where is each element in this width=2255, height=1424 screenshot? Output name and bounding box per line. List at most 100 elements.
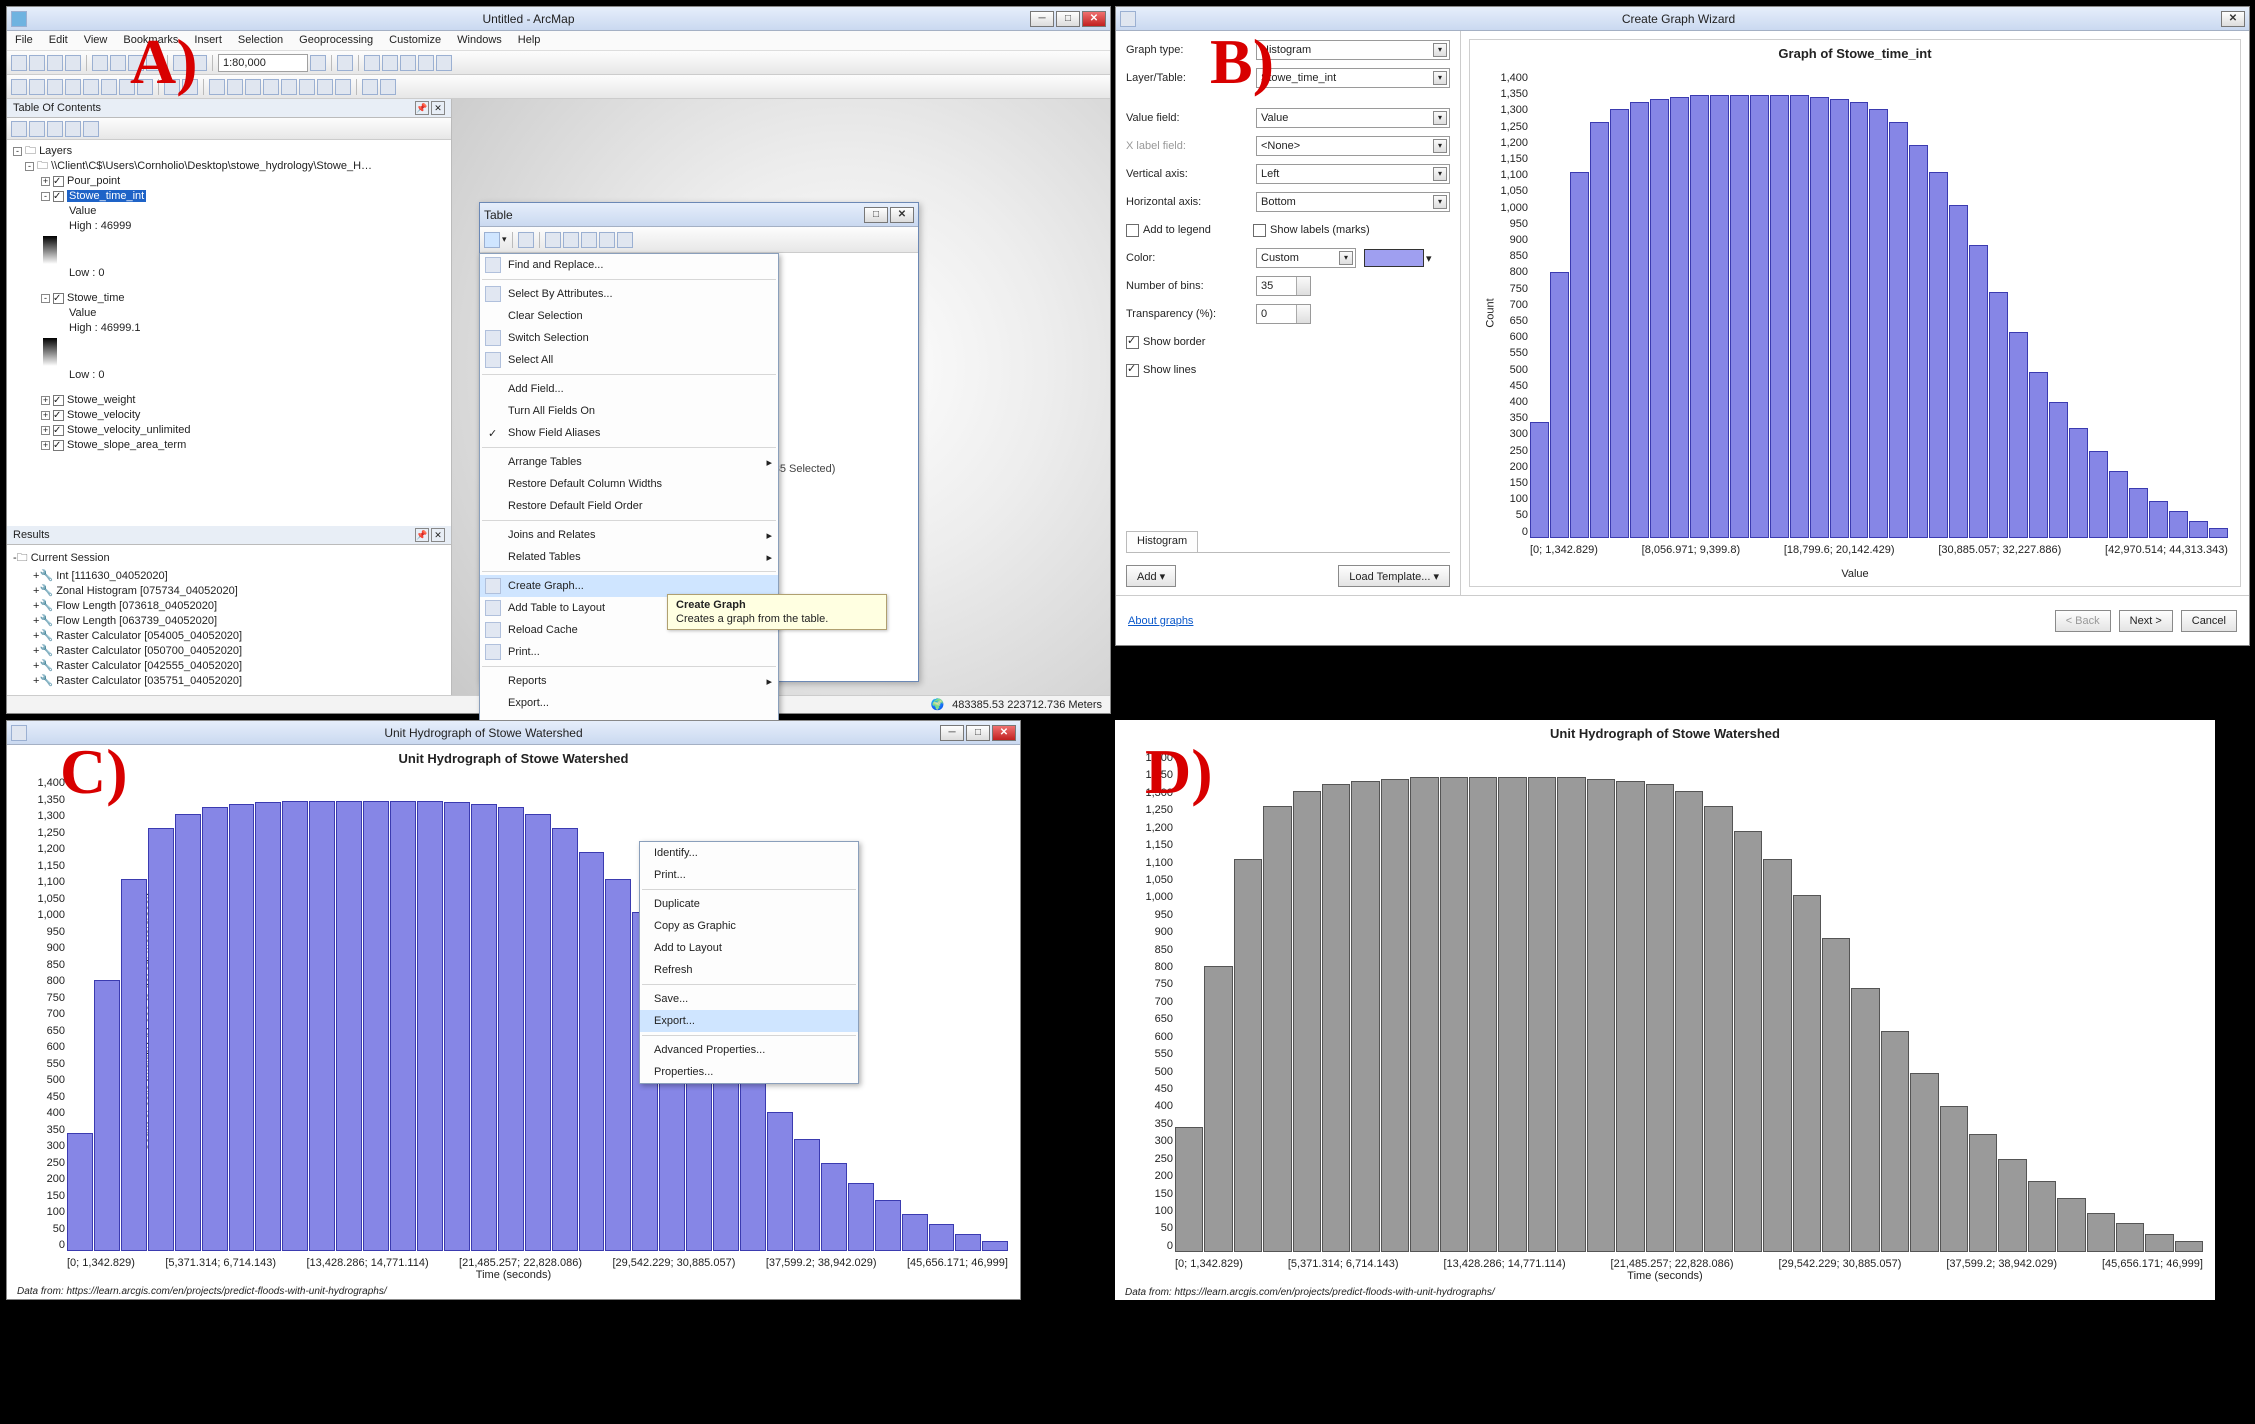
close-button[interactable]: ✕ — [992, 725, 1016, 741]
menu-item[interactable]: Add to Layout — [640, 937, 858, 959]
results-item[interactable]: +🔧 Flow Length [063739_04052020] — [13, 613, 445, 628]
wizard-close-button[interactable]: ✕ — [2221, 11, 2245, 27]
toolbox-icon[interactable] — [364, 55, 380, 71]
open-icon[interactable] — [29, 55, 45, 71]
html-popup-icon[interactable] — [263, 79, 279, 95]
prev-extent-icon[interactable] — [119, 79, 135, 95]
clear-selection-icon[interactable] — [581, 232, 597, 248]
list-by-visibility-icon[interactable] — [47, 121, 63, 137]
menu-view[interactable]: View — [76, 31, 116, 50]
menu-item[interactable]: Add Field... — [480, 378, 778, 400]
list-by-selection-icon[interactable] — [65, 121, 81, 137]
python-icon[interactable] — [382, 55, 398, 71]
goto-xy-icon[interactable] — [335, 79, 351, 95]
switch-selection-icon[interactable] — [563, 232, 579, 248]
menu-help[interactable]: Help — [510, 31, 549, 50]
menu-windows[interactable]: Windows — [449, 31, 510, 50]
histogram-tab[interactable]: Histogram — [1126, 531, 1198, 552]
add-data-icon[interactable] — [337, 55, 353, 71]
select-features-icon[interactable] — [164, 79, 180, 95]
layer-stowe-time-int[interactable]: Stowe_time_int — [67, 190, 146, 202]
about-graphs-link[interactable]: About graphs — [1128, 615, 1193, 627]
menu-item[interactable]: Duplicate — [640, 893, 858, 915]
search-icon[interactable] — [436, 55, 452, 71]
layer-combo[interactable]: Stowe_time_int▾ — [1256, 68, 1450, 88]
menu-file[interactable]: File — [7, 31, 41, 50]
close-button[interactable]: ✕ — [1082, 11, 1106, 27]
table-close-button[interactable]: ✕ — [890, 207, 914, 223]
zoom-selected-icon[interactable] — [599, 232, 615, 248]
menu-customize[interactable]: Customize — [381, 31, 449, 50]
map-scale-input[interactable] — [218, 54, 308, 72]
menu-item[interactable]: Select By Attributes... — [480, 283, 778, 305]
layer-stowe-velocity-unlimited[interactable]: Stowe_velocity_unlimited — [67, 424, 191, 436]
menu-edit[interactable]: Edit — [41, 31, 76, 50]
list-by-drawing-icon[interactable] — [11, 121, 27, 137]
hyperlink-icon[interactable] — [245, 79, 261, 95]
redo-icon[interactable] — [191, 55, 207, 71]
menu-bookmarks[interactable]: Bookmarks — [115, 31, 186, 50]
menu-insert[interactable]: Insert — [186, 31, 230, 50]
menu-item[interactable]: Select All — [480, 349, 778, 371]
show-labels-checkbox[interactable] — [1253, 224, 1266, 237]
measure-icon[interactable] — [281, 79, 297, 95]
menu-item[interactable]: Export... — [640, 1010, 858, 1032]
scale-dropdown-icon[interactable] — [310, 55, 326, 71]
xlabel-field-combo[interactable]: <None>▾ — [1256, 136, 1450, 156]
pan-icon[interactable] — [47, 79, 63, 95]
layer-stowe-velocity[interactable]: Stowe_velocity — [67, 409, 140, 421]
add-to-legend-checkbox[interactable] — [1126, 224, 1139, 237]
modelbuilder-icon[interactable] — [400, 55, 416, 71]
close-panel-icon[interactable]: ✕ — [431, 528, 445, 542]
table-options-menu[interactable]: Find and Replace... Select By Attributes.… — [479, 253, 779, 737]
minimize-button[interactable]: ─ — [1030, 11, 1054, 27]
results-item[interactable]: +🔧 Int [111630_04052020] — [13, 568, 445, 583]
results-item[interactable]: +🔧 Raster Calculator [054005_04052020] — [13, 628, 445, 643]
menu-selection[interactable]: Selection — [230, 31, 291, 50]
time-slider-icon[interactable] — [362, 79, 378, 95]
undo-icon[interactable] — [173, 55, 189, 71]
menu-item[interactable]: Refresh — [640, 959, 858, 981]
layer-stowe-slope-area-term[interactable]: Stowe_slope_area_term — [67, 439, 186, 451]
next-button[interactable]: Next > — [2119, 610, 2173, 632]
cancel-button[interactable]: Cancel — [2181, 610, 2237, 632]
show-border-checkbox[interactable] — [1126, 336, 1139, 349]
color-combo[interactable]: Custom▾ — [1256, 248, 1356, 268]
related-icon[interactable] — [518, 232, 534, 248]
chart-area[interactable]: Unit Hydrograph of Stowe Watershed Count… — [7, 745, 1020, 1299]
title-bar[interactable]: Untitled - ArcMap ─ □ ✕ — [7, 7, 1110, 31]
results-item[interactable]: +🔧 Flow Length [073618_04052020] — [13, 598, 445, 613]
menu-item[interactable]: ✓Show Field Aliases — [480, 422, 778, 444]
menu-item[interactable]: Find and Replace... — [480, 254, 778, 276]
chart-context-menu[interactable]: Identify...Print...DuplicateCopy as Grap… — [639, 841, 859, 1084]
layer-tree[interactable]: -🗀 Layers -🗀 \\Client\C$\Users\Cornholio… — [7, 140, 451, 526]
layers-root[interactable]: Layers — [39, 145, 72, 157]
delete-selected-icon[interactable] — [617, 232, 633, 248]
data-path[interactable]: \\Client\C$\Users\Cornholio\Desktop\stow… — [51, 160, 372, 172]
cut-icon[interactable] — [92, 55, 108, 71]
maximize-button[interactable]: □ — [1056, 11, 1080, 27]
table-maximize-button[interactable]: □ — [864, 207, 888, 223]
full-extent-icon[interactable] — [65, 79, 81, 95]
new-icon[interactable] — [11, 55, 27, 71]
bins-spinner[interactable]: 35 — [1256, 276, 1311, 296]
fixed-zoom-in-icon[interactable] — [83, 79, 99, 95]
layer-stowe-time[interactable]: Stowe_time — [67, 292, 124, 304]
layer-stowe-weight[interactable]: Stowe_weight — [67, 394, 136, 406]
show-lines-checkbox[interactable] — [1126, 364, 1139, 377]
select-elements-icon[interactable] — [209, 79, 225, 95]
menu-item[interactable]: Joins and Relates▸ — [480, 524, 778, 546]
maximize-button[interactable]: □ — [966, 725, 990, 741]
paste-icon[interactable] — [128, 55, 144, 71]
layer-pour-point[interactable]: Pour_point — [67, 175, 120, 187]
menu-item[interactable]: Advanced Properties... — [640, 1039, 858, 1061]
save-icon[interactable] — [47, 55, 63, 71]
zoom-in-icon[interactable] — [11, 79, 27, 95]
find-icon[interactable] — [299, 79, 315, 95]
fixed-zoom-out-icon[interactable] — [101, 79, 117, 95]
minimize-button[interactable]: ─ — [940, 725, 964, 741]
print-icon[interactable] — [65, 55, 81, 71]
find-route-icon[interactable] — [317, 79, 333, 95]
color-swatch[interactable] — [1364, 249, 1424, 267]
value-field-combo[interactable]: Value▾ — [1256, 108, 1450, 128]
